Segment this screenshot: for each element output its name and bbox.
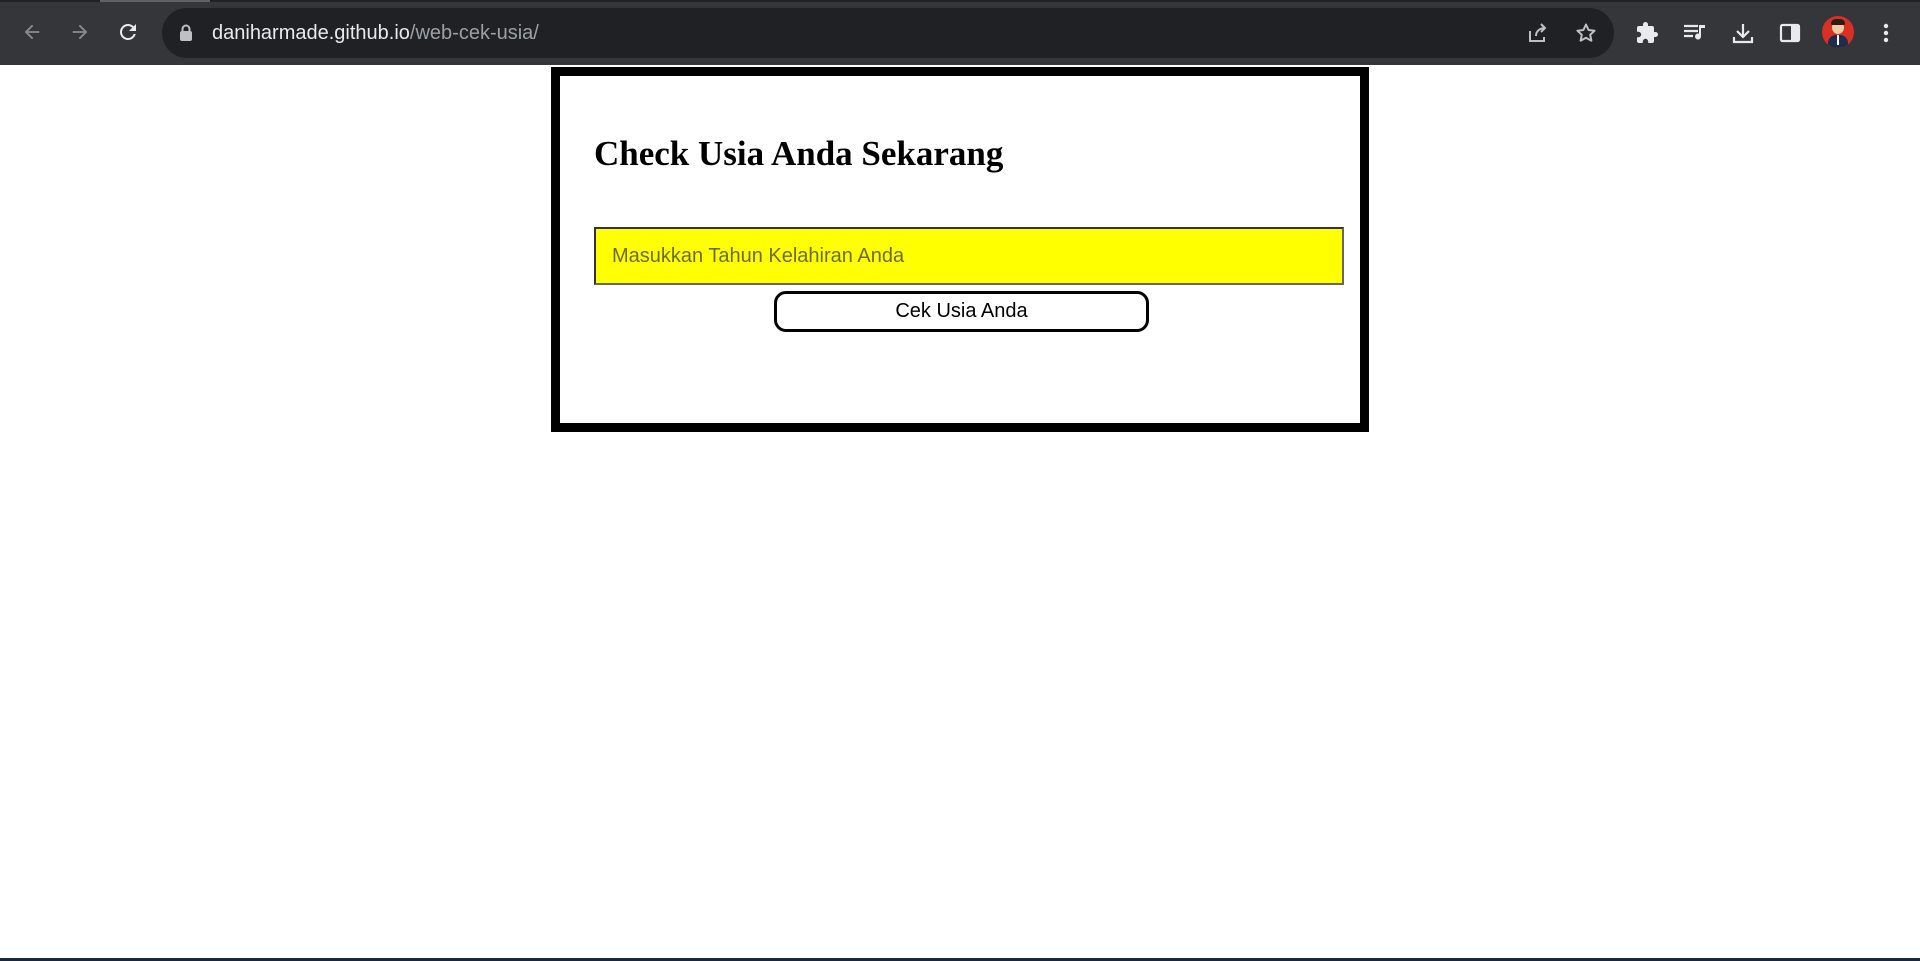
birth-year-input[interactable]	[594, 227, 1344, 285]
arrow-left-icon	[21, 21, 43, 43]
address-bar[interactable]: daniharmade.github.io/web-cek-usia/	[162, 8, 1614, 58]
star-icon[interactable]	[1574, 21, 1598, 45]
puzzle-icon[interactable]	[1633, 19, 1661, 47]
url-path: /web-cek-usia/	[409, 22, 539, 44]
back-button[interactable]	[14, 14, 50, 50]
side-panel-icon[interactable]	[1776, 19, 1804, 47]
forward-button[interactable]	[62, 14, 98, 50]
media-queue-icon[interactable]	[1681, 19, 1709, 47]
tab-strip	[0, 0, 1920, 2]
avatar-hair	[1831, 19, 1845, 25]
url-host: daniharmade.github.io	[212, 22, 410, 44]
browser-toolbar: daniharmade.github.io/web-cek-usia/	[0, 0, 1920, 65]
page-title: Check Usia Anda Sekarang	[594, 134, 1004, 173]
age-check-card: Check Usia Anda Sekarang Cek Usia Anda	[551, 67, 1369, 432]
lock-icon[interactable]	[178, 24, 194, 47]
active-tab-indicator	[100, 0, 210, 2]
share-icon[interactable]	[1526, 21, 1550, 45]
kebab-menu-icon[interactable]	[1872, 19, 1900, 47]
arrow-right-icon	[69, 21, 91, 43]
reload-button[interactable]	[110, 14, 146, 50]
download-icon[interactable]	[1729, 19, 1757, 47]
avatar[interactable]	[1822, 16, 1854, 48]
reload-icon	[116, 20, 140, 44]
avatar-tie	[1837, 35, 1839, 45]
check-age-button[interactable]: Cek Usia Anda	[774, 291, 1149, 332]
url-text[interactable]: daniharmade.github.io/web-cek-usia/	[212, 8, 539, 58]
